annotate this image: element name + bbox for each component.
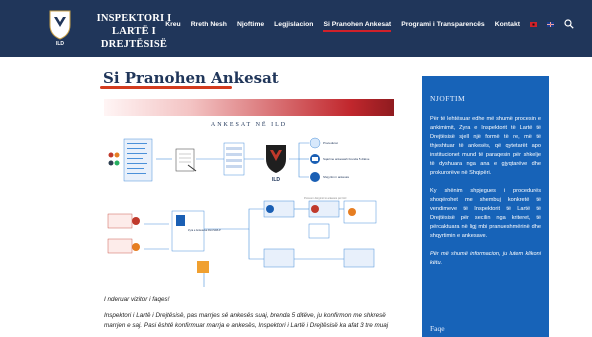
search-icon[interactable] (564, 19, 574, 29)
sidebar-paragraph-1: Për të lehtësuar edhe më shumë procesin … (430, 116, 541, 176)
node-procedurat: Procedurat (323, 141, 338, 145)
node-ankesa (308, 223, 330, 239)
albanian-flag-icon[interactable] (530, 22, 537, 27)
intro-greeting: I nderuar vizitor i faqes! (104, 296, 170, 303)
ild-logo[interactable]: ILD (48, 9, 72, 47)
page-title: Si Pranohen Ankesat (103, 69, 279, 87)
node-shqyrtimi: Shqyrtimi i ankesës (323, 175, 350, 179)
sidebar-notice: NJOFTIM Për të lehtësuar edhe më shumë p… (422, 76, 549, 337)
node-zyra-label: Zyra e Ankesave RLCS/RLP (188, 228, 221, 232)
title-underline (100, 86, 232, 89)
node-procesi: Procesi i dërgimit të ankesës për ILD (304, 196, 347, 200)
sidebar-heading-pages: Faqe (430, 324, 445, 333)
top-navigation-bar: ILD INSPEKTORI I LARTË I DREJTËSISË Kreu… (0, 0, 592, 57)
infographic-flow-diagram: ILD Procedurat Sqarime ankesash brenda 5… (107, 137, 377, 287)
node-mbyllje (263, 248, 295, 268)
people-icon (108, 152, 120, 166)
diagram-left-list (123, 138, 153, 182)
review-icon (310, 172, 320, 182)
nav-item-legjislacion[interactable]: Legjislacion (274, 21, 313, 28)
site-title-line2: DREJTËSISË (100, 39, 168, 50)
sidebar-paragraph-2: Ky shënim shpjegues i procedurës shoqëro… (430, 188, 541, 239)
procedure-icon (309, 137, 321, 149)
citizen-icons (132, 217, 140, 251)
nav-item-njoftime[interactable]: Njoftime (237, 21, 264, 28)
nav-item-si-pranohen-ankesat[interactable]: Si Pranohen Ankesat (323, 21, 391, 32)
diagram-ild-logo: ILD (266, 145, 286, 183)
main-nav: Kreu Rreth Nesh Njoftime Legjislacion Si… (165, 21, 554, 32)
document-icon (175, 148, 197, 172)
nav-item-kontakt[interactable]: Kontakt (495, 21, 520, 28)
node-sqarime: Sqarime ankesash brenda 5 ditëve (323, 157, 370, 161)
sidebar-heading: NJOFTIM (430, 94, 466, 103)
body-paragraph: Inspektori i Lartë i Drejtësisë, pas mar… (104, 312, 389, 329)
node-vendim (343, 248, 375, 268)
diagram-ild-label: ILD (272, 177, 280, 183)
folder-icon (197, 261, 209, 273)
nav-item-programi-transparences[interactable]: Programi i Transparencës (401, 21, 485, 28)
site-title[interactable]: INSPEKTORI I LARTË I DREJTËSISË (78, 12, 190, 51)
nav-item-kreu[interactable]: Kreu (165, 21, 181, 28)
logo-text: ILD (56, 41, 64, 47)
nav-item-rreth-nesh[interactable]: Rreth Nesh (191, 21, 227, 28)
sidebar-more-info-link[interactable]: Për më shumë informacion, ju lutem kliko… (430, 250, 541, 268)
english-flag-icon[interactable] (547, 22, 554, 27)
infographic-ankesat-ild[interactable]: ANKESAT NË ILD ILD Procedurat Sqarime an… (104, 99, 394, 287)
